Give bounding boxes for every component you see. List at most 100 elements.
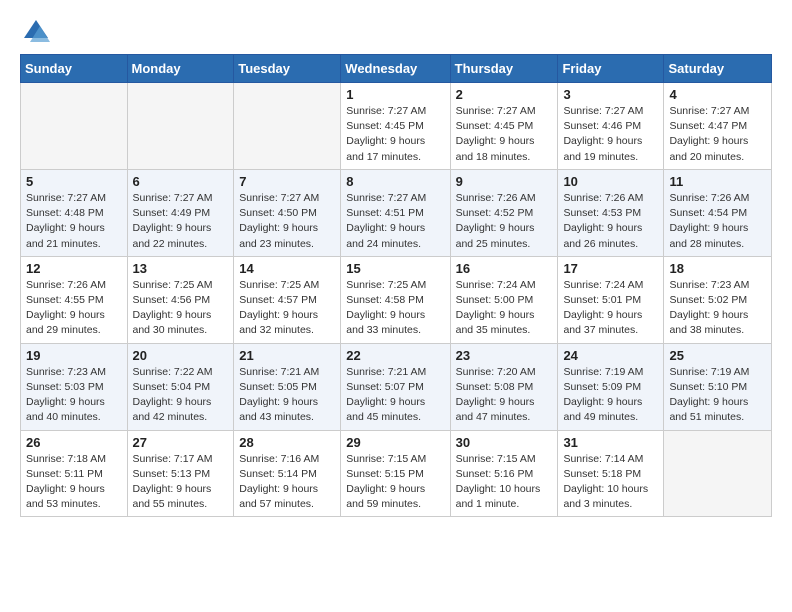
calendar-cell: 28 Sunrise: 7:16 AM Sunset: 5:14 PM Dayli… bbox=[234, 430, 341, 517]
calendar-cell bbox=[127, 83, 234, 170]
calendar-cell: 4 Sunrise: 7:27 AM Sunset: 4:47 PM Daylig… bbox=[664, 83, 772, 170]
weekday-header-thursday: Thursday bbox=[450, 55, 558, 83]
day-info: Sunrise: 7:27 AM Sunset: 4:50 PM Dayligh… bbox=[239, 191, 335, 252]
day-info: Sunrise: 7:24 AM Sunset: 5:00 PM Dayligh… bbox=[456, 278, 553, 339]
calendar-cell: 18 Sunrise: 7:23 AM Sunset: 5:02 PM Dayli… bbox=[664, 256, 772, 343]
calendar-week-row: 5 Sunrise: 7:27 AM Sunset: 4:48 PM Daylig… bbox=[21, 169, 772, 256]
day-info: Sunrise: 7:17 AM Sunset: 5:13 PM Dayligh… bbox=[133, 452, 229, 513]
weekday-header-sunday: Sunday bbox=[21, 55, 128, 83]
day-info: Sunrise: 7:27 AM Sunset: 4:46 PM Dayligh… bbox=[563, 104, 658, 165]
day-info: Sunrise: 7:25 AM Sunset: 4:57 PM Dayligh… bbox=[239, 278, 335, 339]
day-info: Sunrise: 7:24 AM Sunset: 5:01 PM Dayligh… bbox=[563, 278, 658, 339]
calendar-cell: 6 Sunrise: 7:27 AM Sunset: 4:49 PM Daylig… bbox=[127, 169, 234, 256]
day-info: Sunrise: 7:25 AM Sunset: 4:58 PM Dayligh… bbox=[346, 278, 444, 339]
calendar-cell: 3 Sunrise: 7:27 AM Sunset: 4:46 PM Daylig… bbox=[558, 83, 664, 170]
calendar-cell bbox=[21, 83, 128, 170]
calendar-cell: 24 Sunrise: 7:19 AM Sunset: 5:09 PM Dayli… bbox=[558, 343, 664, 430]
calendar-cell: 10 Sunrise: 7:26 AM Sunset: 4:53 PM Dayli… bbox=[558, 169, 664, 256]
day-number: 22 bbox=[346, 348, 444, 363]
calendar-cell: 20Sunrise: 7:22 AM Sunset: 5:04 PM Dayli… bbox=[127, 343, 234, 430]
day-info: Sunrise: 7:21 AM Sunset: 5:05 PM Dayligh… bbox=[239, 365, 335, 426]
calendar-cell: 22 Sunrise: 7:21 AM Sunset: 5:07 PM Dayli… bbox=[341, 343, 450, 430]
day-info: Sunrise: 7:26 AM Sunset: 4:54 PM Dayligh… bbox=[669, 191, 766, 252]
calendar-cell: 21Sunrise: 7:21 AM Sunset: 5:05 PM Dayli… bbox=[234, 343, 341, 430]
day-info: Sunrise: 7:27 AM Sunset: 4:49 PM Dayligh… bbox=[133, 191, 229, 252]
day-info: Sunrise: 7:21 AM Sunset: 5:07 PM Dayligh… bbox=[346, 365, 444, 426]
day-info: Sunrise: 7:27 AM Sunset: 4:48 PM Dayligh… bbox=[26, 191, 122, 252]
calendar-cell: 23 Sunrise: 7:20 AM Sunset: 5:08 PM Dayli… bbox=[450, 343, 558, 430]
day-info: Sunrise: 7:16 AM Sunset: 5:14 PM Dayligh… bbox=[239, 452, 335, 513]
day-number: 18 bbox=[669, 261, 766, 276]
day-number: 11 bbox=[669, 174, 766, 189]
calendar-cell: 26 Sunrise: 7:18 AM Sunset: 5:11 PM Dayli… bbox=[21, 430, 128, 517]
day-number: 2 bbox=[456, 87, 553, 102]
calendar-week-row: 12 Sunrise: 7:26 AM Sunset: 4:55 PM Dayli… bbox=[21, 256, 772, 343]
calendar-cell: 9Sunrise: 7:26 AM Sunset: 4:52 PM Daylig… bbox=[450, 169, 558, 256]
calendar-cell: 29 Sunrise: 7:15 AM Sunset: 5:15 PM Dayli… bbox=[341, 430, 450, 517]
day-info: Sunrise: 7:27 AM Sunset: 4:47 PM Dayligh… bbox=[669, 104, 766, 165]
day-number: 29 bbox=[346, 435, 444, 450]
day-number: 7 bbox=[239, 174, 335, 189]
day-info: Sunrise: 7:23 AM Sunset: 5:02 PM Dayligh… bbox=[669, 278, 766, 339]
calendar-cell: 5 Sunrise: 7:27 AM Sunset: 4:48 PM Daylig… bbox=[21, 169, 128, 256]
day-info: Sunrise: 7:20 AM Sunset: 5:08 PM Dayligh… bbox=[456, 365, 553, 426]
calendar-cell: 25Sunrise: 7:19 AM Sunset: 5:10 PM Dayli… bbox=[664, 343, 772, 430]
calendar-cell: 13 Sunrise: 7:25 AM Sunset: 4:56 PM Dayli… bbox=[127, 256, 234, 343]
day-number: 4 bbox=[669, 87, 766, 102]
day-number: 6 bbox=[133, 174, 229, 189]
day-number: 8 bbox=[346, 174, 444, 189]
calendar-cell: 7 Sunrise: 7:27 AM Sunset: 4:50 PM Daylig… bbox=[234, 169, 341, 256]
header bbox=[20, 16, 772, 44]
weekday-header-tuesday: Tuesday bbox=[234, 55, 341, 83]
calendar-cell: 8Sunrise: 7:27 AM Sunset: 4:51 PM Daylig… bbox=[341, 169, 450, 256]
calendar-cell: 14 Sunrise: 7:25 AM Sunset: 4:57 PM Dayli… bbox=[234, 256, 341, 343]
day-number: 31 bbox=[563, 435, 658, 450]
day-info: Sunrise: 7:15 AM Sunset: 5:16 PM Dayligh… bbox=[456, 452, 553, 513]
day-number: 24 bbox=[563, 348, 658, 363]
weekday-header-saturday: Saturday bbox=[664, 55, 772, 83]
day-number: 3 bbox=[563, 87, 658, 102]
calendar-cell: 30Sunrise: 7:15 AM Sunset: 5:16 PM Dayli… bbox=[450, 430, 558, 517]
day-info: Sunrise: 7:26 AM Sunset: 4:53 PM Dayligh… bbox=[563, 191, 658, 252]
calendar-week-row: 19 Sunrise: 7:23 AM Sunset: 5:03 PM Dayli… bbox=[21, 343, 772, 430]
calendar-cell: 17 Sunrise: 7:24 AM Sunset: 5:01 PM Dayli… bbox=[558, 256, 664, 343]
day-info: Sunrise: 7:22 AM Sunset: 5:04 PM Dayligh… bbox=[133, 365, 229, 426]
day-number: 14 bbox=[239, 261, 335, 276]
day-info: Sunrise: 7:18 AM Sunset: 5:11 PM Dayligh… bbox=[26, 452, 122, 513]
weekday-header-friday: Friday bbox=[558, 55, 664, 83]
weekday-header-wednesday: Wednesday bbox=[341, 55, 450, 83]
calendar-week-row: 1 Sunrise: 7:27 AM Sunset: 4:45 PM Daylig… bbox=[21, 83, 772, 170]
day-info: Sunrise: 7:26 AM Sunset: 4:55 PM Dayligh… bbox=[26, 278, 122, 339]
day-number: 1 bbox=[346, 87, 444, 102]
day-info: Sunrise: 7:27 AM Sunset: 4:45 PM Dayligh… bbox=[346, 104, 444, 165]
day-number: 13 bbox=[133, 261, 229, 276]
day-info: Sunrise: 7:15 AM Sunset: 5:15 PM Dayligh… bbox=[346, 452, 444, 513]
day-info: Sunrise: 7:19 AM Sunset: 5:09 PM Dayligh… bbox=[563, 365, 658, 426]
calendar-cell: 11 Sunrise: 7:26 AM Sunset: 4:54 PM Dayli… bbox=[664, 169, 772, 256]
calendar-cell: 16Sunrise: 7:24 AM Sunset: 5:00 PM Dayli… bbox=[450, 256, 558, 343]
calendar-cell: 2Sunrise: 7:27 AM Sunset: 4:45 PM Daylig… bbox=[450, 83, 558, 170]
day-number: 26 bbox=[26, 435, 122, 450]
calendar-cell: 12 Sunrise: 7:26 AM Sunset: 4:55 PM Dayli… bbox=[21, 256, 128, 343]
day-info: Sunrise: 7:25 AM Sunset: 4:56 PM Dayligh… bbox=[133, 278, 229, 339]
calendar-table: SundayMondayTuesdayWednesdayThursdayFrid… bbox=[20, 54, 772, 517]
weekday-header-row: SundayMondayTuesdayWednesdayThursdayFrid… bbox=[21, 55, 772, 83]
calendar-week-row: 26 Sunrise: 7:18 AM Sunset: 5:11 PM Dayli… bbox=[21, 430, 772, 517]
day-info: Sunrise: 7:19 AM Sunset: 5:10 PM Dayligh… bbox=[669, 365, 766, 426]
calendar-cell: 31Sunrise: 7:14 AM Sunset: 5:18 PM Dayli… bbox=[558, 430, 664, 517]
day-info: Sunrise: 7:23 AM Sunset: 5:03 PM Dayligh… bbox=[26, 365, 122, 426]
day-number: 27 bbox=[133, 435, 229, 450]
day-number: 15 bbox=[346, 261, 444, 276]
day-number: 9 bbox=[456, 174, 553, 189]
calendar-cell: 15 Sunrise: 7:25 AM Sunset: 4:58 PM Dayli… bbox=[341, 256, 450, 343]
day-number: 19 bbox=[26, 348, 122, 363]
day-number: 17 bbox=[563, 261, 658, 276]
day-number: 28 bbox=[239, 435, 335, 450]
day-number: 5 bbox=[26, 174, 122, 189]
day-number: 12 bbox=[26, 261, 122, 276]
day-number: 10 bbox=[563, 174, 658, 189]
page: SundayMondayTuesdayWednesdayThursdayFrid… bbox=[0, 0, 792, 533]
day-number: 23 bbox=[456, 348, 553, 363]
calendar-cell: 19 Sunrise: 7:23 AM Sunset: 5:03 PM Dayli… bbox=[21, 343, 128, 430]
calendar-cell bbox=[664, 430, 772, 517]
